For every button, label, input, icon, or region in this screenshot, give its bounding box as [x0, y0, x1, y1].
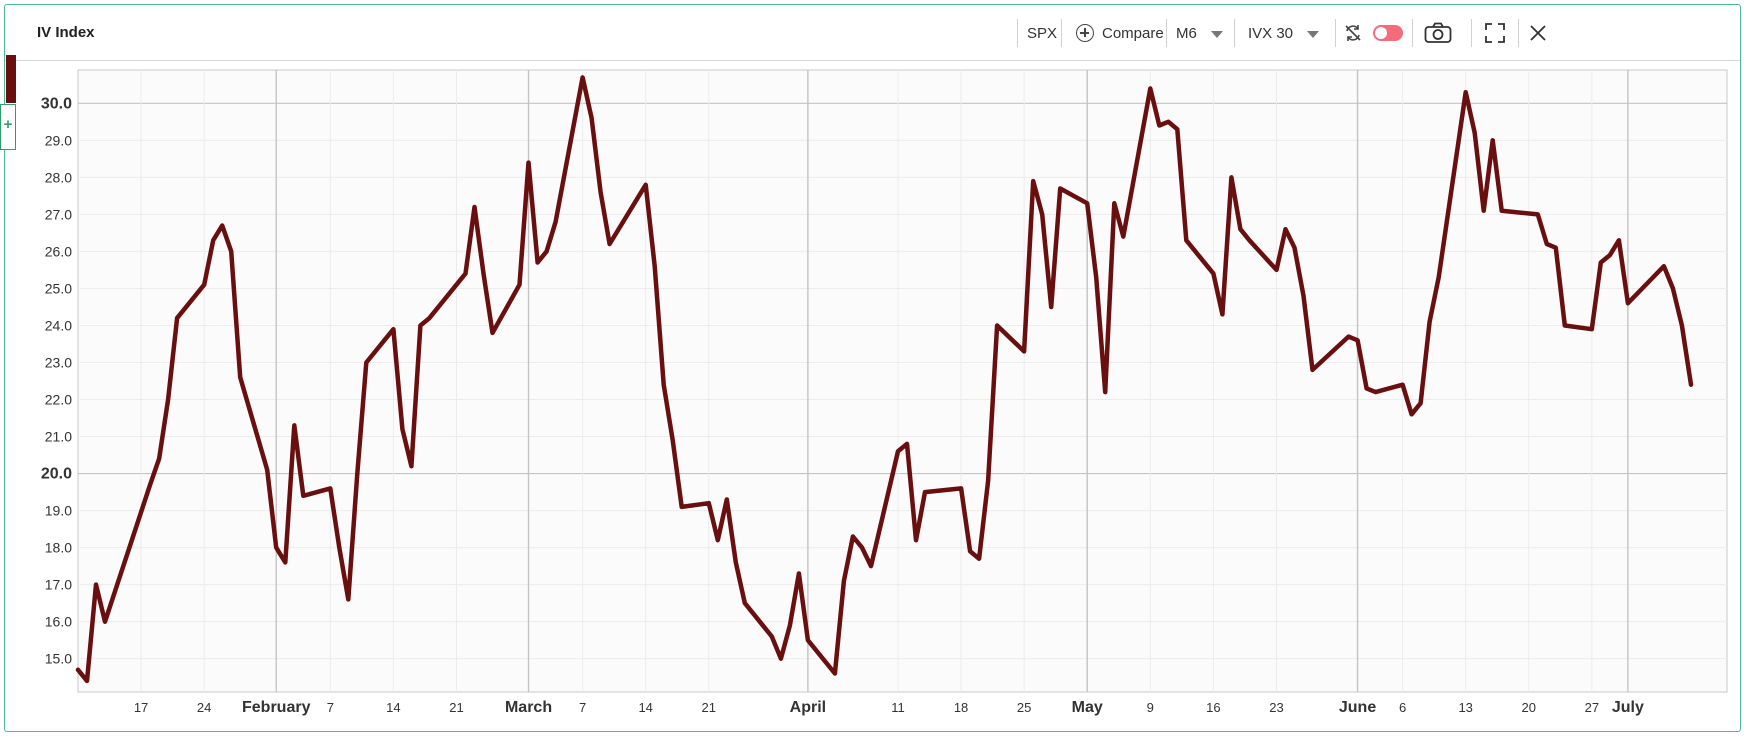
x-tick-label: April	[790, 699, 826, 716]
x-tick-label: July	[1612, 699, 1644, 716]
x-axis: 17 24 February 7 14 21 March 7 14 21 April 11 18 25 Ma…	[134, 699, 1644, 716]
x-tick-label: 18	[954, 700, 968, 715]
x-tick-label: 7	[327, 700, 334, 715]
y-tick-label: 21.0	[45, 429, 72, 445]
iv-index-chart: 15.0 16.0 17.0 18.0 19.0 20.0 21.0 22.0 23.0 24.0…	[41, 69, 1728, 716]
y-tick-label: 27.0	[45, 206, 72, 222]
y-tick-label: 19.0	[45, 503, 72, 519]
x-tick-label: 25	[1017, 700, 1031, 715]
y-tick-label: 20.0	[41, 466, 72, 483]
y-tick-label: 16.0	[45, 614, 72, 630]
y-tick-label: 22.0	[45, 392, 72, 408]
x-tick-label: 13	[1458, 700, 1472, 715]
x-tick-label: 14	[386, 700, 400, 715]
x-tick-label: 16	[1206, 700, 1220, 715]
y-tick-label: 17.0	[45, 577, 72, 593]
y-tick-label: 29.0	[45, 132, 72, 148]
y-tick-label: 23.0	[45, 354, 72, 370]
x-tick-label: 23	[1269, 700, 1283, 715]
y-tick-label: 30.0	[41, 95, 72, 112]
y-tick-label: 25.0	[45, 280, 72, 296]
x-tick-label: 6	[1399, 700, 1406, 715]
x-tick-label: 9	[1147, 700, 1154, 715]
x-tick-label: March	[505, 699, 552, 716]
x-tick-label: 7	[579, 700, 586, 715]
x-tick-label: 14	[638, 700, 652, 715]
y-tick-label: 26.0	[45, 243, 72, 259]
x-tick-label: 17	[134, 700, 148, 715]
y-tick-label: 15.0	[45, 651, 72, 667]
x-tick-label: February	[242, 699, 311, 716]
x-tick-label: 20	[1522, 700, 1536, 715]
x-tick-label: May	[1072, 699, 1103, 716]
x-tick-label: 21	[449, 700, 463, 715]
x-tick-label: 21	[702, 700, 716, 715]
x-tick-label: June	[1339, 699, 1376, 716]
y-tick-label: 28.0	[45, 169, 72, 185]
x-tick-label: 24	[197, 700, 211, 715]
y-tick-label: 24.0	[45, 317, 72, 333]
y-axis: 15.0 16.0 17.0 18.0 19.0 20.0 21.0 22.0 23.0 24.0…	[41, 95, 72, 666]
y-tick-label: 18.0	[45, 540, 72, 556]
x-tick-label: 27	[1585, 700, 1599, 715]
x-tick-label: 11	[891, 700, 905, 715]
